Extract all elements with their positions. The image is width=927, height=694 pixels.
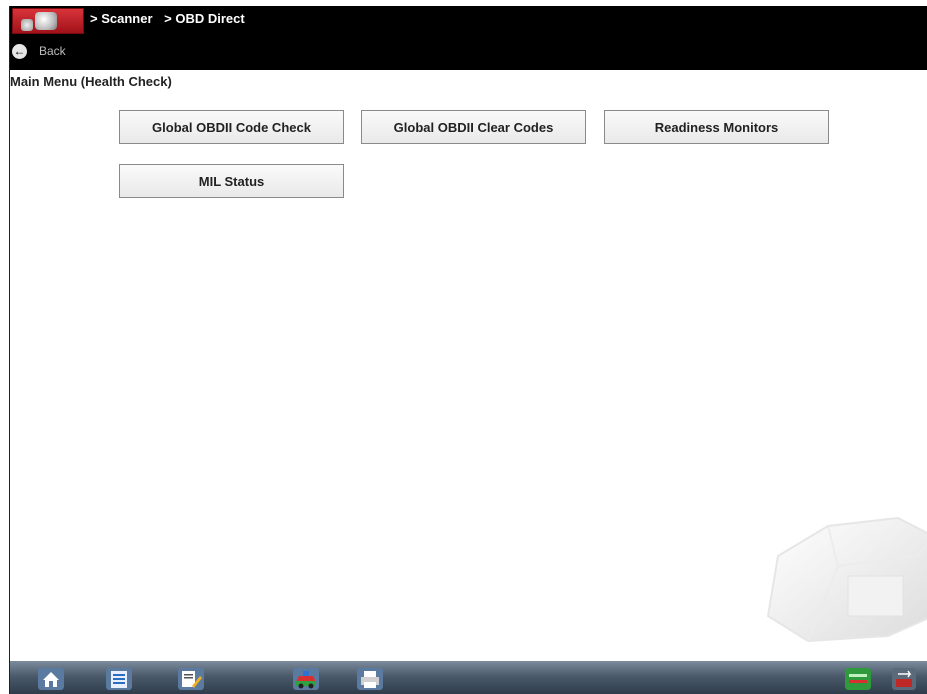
power-icon[interactable] <box>892 668 916 690</box>
data-list-icon[interactable] <box>106 668 132 690</box>
back-label: Back <box>39 44 66 58</box>
breadcrumb-scanner[interactable]: > Scanner <box>90 11 153 26</box>
taskbar <box>10 661 927 694</box>
mil-status-button[interactable]: MIL Status <box>119 164 344 198</box>
page-title: Main Menu (Health Check) <box>10 74 172 89</box>
screen: > Scanner > OBD Direct ← Back Main Menu … <box>9 6 927 694</box>
global-obdii-clear-codes-button[interactable]: Global OBDII Clear Codes <box>361 110 586 144</box>
readiness-monitors-button[interactable]: Readiness Monitors <box>604 110 829 144</box>
vehicle-icon[interactable] <box>293 668 319 690</box>
global-obdii-code-check-button[interactable]: Global OBDII Code Check <box>119 110 344 144</box>
logo-part <box>35 12 57 30</box>
breadcrumb: > Scanner > OBD Direct <box>90 11 253 26</box>
connection-status-icon[interactable] <box>845 668 871 690</box>
logo-part <box>21 19 33 31</box>
edit-icon[interactable] <box>178 668 204 690</box>
app-logo-icon[interactable] <box>12 8 84 34</box>
vehicle-watermark-icon <box>766 516 927 643</box>
printer-icon[interactable] <box>357 668 383 690</box>
back-button[interactable]: ← Back <box>12 40 66 62</box>
breadcrumb-obd-direct[interactable]: > OBD Direct <box>164 11 245 26</box>
home-icon[interactable] <box>38 668 64 690</box>
title-bar: > Scanner > OBD Direct ← Back <box>10 6 927 70</box>
back-arrow-icon: ← <box>12 43 27 59</box>
